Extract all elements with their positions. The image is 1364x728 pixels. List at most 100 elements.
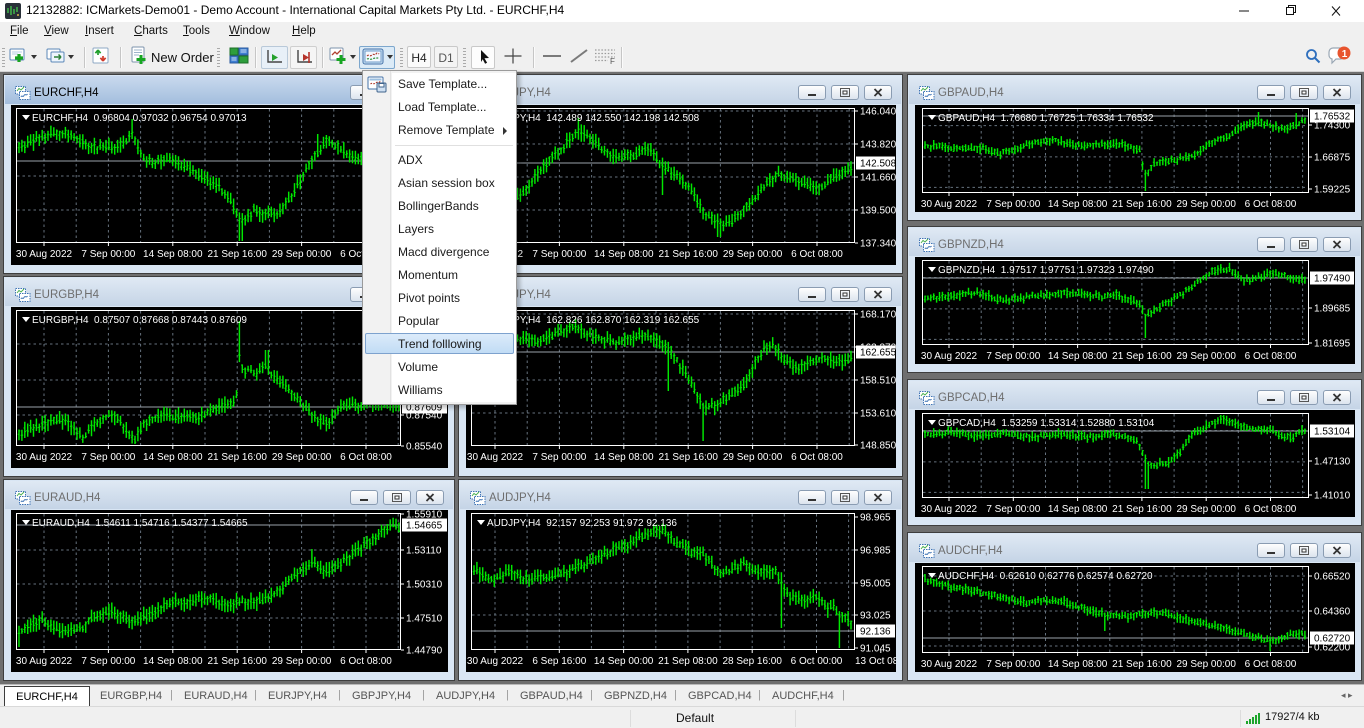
svg-text:7 Sep 00:00: 7 Sep 00:00 (986, 659, 1040, 670)
svg-text:30 Aug 2022: 30 Aug 2022 (16, 452, 73, 463)
svg-text:30 Aug 2022: 30 Aug 2022 (467, 452, 524, 463)
svg-text:29 Sep 00:00: 29 Sep 00:00 (723, 452, 783, 463)
svg-text:137.340: 137.340 (860, 239, 896, 250)
svg-text:F: F (610, 57, 615, 66)
svg-text:91.045: 91.045 (860, 644, 891, 655)
svg-text:7 Sep 00:00: 7 Sep 00:00 (532, 249, 586, 260)
svg-text:6 Oct 08:00: 6 Oct 08:00 (1245, 504, 1297, 515)
svg-text:29 Sep 00:00: 29 Sep 00:00 (272, 249, 332, 260)
svg-text:1.47130: 1.47130 (1314, 457, 1351, 468)
svg-text:6 Oct 08:00: 6 Oct 08:00 (791, 249, 843, 260)
svg-text:0.85540: 0.85540 (406, 442, 443, 453)
svg-text:GBPCAD,H4 1.53259 1.53314 1.5: GBPCAD,H4 1.53259 1.53314 1.52880 1.5310… (938, 418, 1155, 429)
svg-text:143.820: 143.820 (860, 140, 896, 151)
svg-text:EURJPY,H4 142.489 142.550 142: EURJPY,H4 142.489 142.550 142.198 142.50… (487, 113, 700, 124)
svg-text:92.136: 92.136 (860, 627, 891, 638)
svg-text:7 Sep 00:00: 7 Sep 00:00 (81, 656, 135, 667)
svg-text:30 Aug 2022: 30 Aug 2022 (921, 504, 978, 515)
svg-text:14 Sep 08:00: 14 Sep 08:00 (1048, 199, 1108, 210)
svg-text:0.62720: 0.62720 (1314, 634, 1351, 645)
svg-text:21 Sep 16:00: 21 Sep 16:00 (658, 249, 718, 260)
svg-text:1.59225: 1.59225 (1314, 185, 1351, 196)
svg-text:162.655: 162.655 (860, 348, 896, 359)
svg-text:6 Oct 08:00: 6 Oct 08:00 (340, 452, 392, 463)
svg-text:139.500: 139.500 (860, 206, 896, 217)
svg-text:1.41010: 1.41010 (1314, 491, 1351, 502)
svg-text:1.54665: 1.54665 (406, 521, 443, 532)
svg-text:1.53104: 1.53104 (1314, 427, 1351, 438)
svg-text:EURAUD,H4 1.54611 1.54716 1.5: EURAUD,H4 1.54611 1.54716 1.54377 1.5466… (32, 518, 248, 529)
svg-text:93.025: 93.025 (860, 611, 891, 622)
svg-text:0.66520: 0.66520 (1314, 572, 1351, 583)
svg-text:GBPNZD,H4 1.97517 1.97751 1.9: GBPNZD,H4 1.97517 1.97751 1.97323 1.9749… (938, 265, 1154, 276)
svg-text:1.53110: 1.53110 (406, 546, 442, 557)
svg-text:30 Aug 2022: 30 Aug 2022 (467, 656, 524, 667)
svg-text:1.76532: 1.76532 (1314, 112, 1351, 123)
svg-text:6 Oct 08:00: 6 Oct 08:00 (1245, 199, 1297, 210)
svg-text:21 Sep 16:00: 21 Sep 16:00 (207, 656, 267, 667)
svg-text:EURGBP,H4 0.87507 0.87668 0.8: EURGBP,H4 0.87507 0.87668 0.87443 0.8760… (32, 315, 247, 326)
svg-text:14 Sep 08:00: 14 Sep 08:00 (143, 452, 203, 463)
svg-text:30 Aug 2022: 30 Aug 2022 (921, 659, 978, 670)
svg-text:148.850: 148.850 (860, 441, 896, 452)
svg-text:7 Sep 00:00: 7 Sep 00:00 (532, 452, 586, 463)
svg-text:14 Sep 08:00: 14 Sep 08:00 (1048, 504, 1108, 515)
svg-text:29 Sep 00:00: 29 Sep 00:00 (272, 452, 332, 463)
svg-text:29 Sep 00:00: 29 Sep 00:00 (1176, 504, 1236, 515)
svg-text:AUDCHF,H4 0.62610 0.62776 0.6: AUDCHF,H4 0.62610 0.62776 0.62574 0.6272… (938, 571, 1153, 582)
svg-text:1.89685: 1.89685 (1314, 304, 1351, 315)
svg-text:6 Oct 00:00: 6 Oct 00:00 (791, 656, 843, 667)
svg-text:21 Sep 16:00: 21 Sep 16:00 (1112, 351, 1172, 362)
svg-text:29 Sep 00:00: 29 Sep 00:00 (1176, 199, 1236, 210)
svg-text:30 Aug 2022: 30 Aug 2022 (16, 249, 73, 260)
svg-text:21 Sep 16:00: 21 Sep 16:00 (207, 249, 267, 260)
svg-text:7 Sep 00:00: 7 Sep 00:00 (81, 452, 135, 463)
svg-text:GBPJPY,H4 162.826 162.870 162: GBPJPY,H4 162.826 162.870 162.319 162.65… (487, 315, 700, 326)
svg-text:14 Sep 08:00: 14 Sep 08:00 (594, 452, 654, 463)
svg-text:29 Sep 00:00: 29 Sep 00:00 (1176, 659, 1236, 670)
svg-text:1.44790: 1.44790 (406, 646, 443, 657)
svg-text:29 Sep 00:00: 29 Sep 00:00 (272, 656, 332, 667)
svg-text:21 Sep 16:00: 21 Sep 16:00 (1112, 504, 1172, 515)
svg-text:98.965: 98.965 (860, 513, 891, 524)
svg-text:14 Sep 08:00: 14 Sep 08:00 (143, 656, 203, 667)
svg-text:1: 1 (1342, 49, 1348, 60)
svg-text:7 Sep 00:00: 7 Sep 00:00 (986, 504, 1040, 515)
svg-text:GBPAUD,H4 1.76680 1.76725 1.7: GBPAUD,H4 1.76680 1.76725 1.76334 1.7653… (938, 113, 1154, 124)
svg-text:6 Oct 08:00: 6 Oct 08:00 (340, 656, 392, 667)
svg-text:6 Oct 08:00: 6 Oct 08:00 (791, 452, 843, 463)
svg-text:141.660: 141.660 (860, 173, 896, 184)
svg-text:142.508: 142.508 (860, 159, 896, 170)
svg-text:14 Sep 00:00: 14 Sep 00:00 (594, 656, 654, 667)
svg-text:0.64360: 0.64360 (1314, 607, 1351, 618)
svg-text:21 Sep 16:00: 21 Sep 16:00 (207, 452, 267, 463)
svg-text:7 Sep 00:00: 7 Sep 00:00 (986, 199, 1040, 210)
svg-text:21 Sep 16:00: 21 Sep 16:00 (1112, 659, 1172, 670)
svg-text:158.510: 158.510 (860, 376, 896, 387)
svg-text:14 Sep 08:00: 14 Sep 08:00 (594, 249, 654, 260)
svg-text:1.47510: 1.47510 (406, 614, 443, 625)
svg-text:7 Sep 00:00: 7 Sep 00:00 (986, 351, 1040, 362)
svg-text:7 Sep 00:00: 7 Sep 00:00 (81, 249, 135, 260)
svg-text:30 Aug 2022: 30 Aug 2022 (921, 199, 978, 210)
svg-text:14 Sep 08:00: 14 Sep 08:00 (1048, 351, 1108, 362)
svg-text:30 Aug 2022: 30 Aug 2022 (16, 656, 73, 667)
svg-text:95.005: 95.005 (860, 579, 891, 590)
svg-text:1.81695: 1.81695 (1314, 339, 1351, 350)
svg-text:14 Sep 08:00: 14 Sep 08:00 (1048, 659, 1108, 670)
svg-text:1.50310: 1.50310 (406, 580, 443, 591)
svg-text:29 Sep 00:00: 29 Sep 00:00 (723, 249, 783, 260)
svg-text:6 Oct 08:00: 6 Oct 08:00 (1245, 351, 1297, 362)
svg-text:21 Sep 16:00: 21 Sep 16:00 (1112, 199, 1172, 210)
svg-text:1.97490: 1.97490 (1314, 274, 1351, 285)
svg-text:30 Aug 2022: 30 Aug 2022 (921, 351, 978, 362)
svg-text:21 Sep 08:00: 21 Sep 08:00 (658, 656, 718, 667)
svg-text:21 Sep 16:00: 21 Sep 16:00 (658, 452, 718, 463)
svg-text:29 Sep 00:00: 29 Sep 00:00 (1176, 351, 1236, 362)
svg-text:AUDJPY,H4 92.157 92.253 91.97: AUDJPY,H4 92.157 92.253 91.972 92.136 (487, 518, 677, 529)
svg-text:146.040: 146.040 (860, 107, 896, 118)
svg-text:6 Sep 16:00: 6 Sep 16:00 (532, 656, 586, 667)
svg-text:28 Sep 16:00: 28 Sep 16:00 (722, 656, 782, 667)
svg-text:168.170: 168.170 (860, 310, 896, 321)
svg-text:14 Sep 08:00: 14 Sep 08:00 (143, 249, 203, 260)
